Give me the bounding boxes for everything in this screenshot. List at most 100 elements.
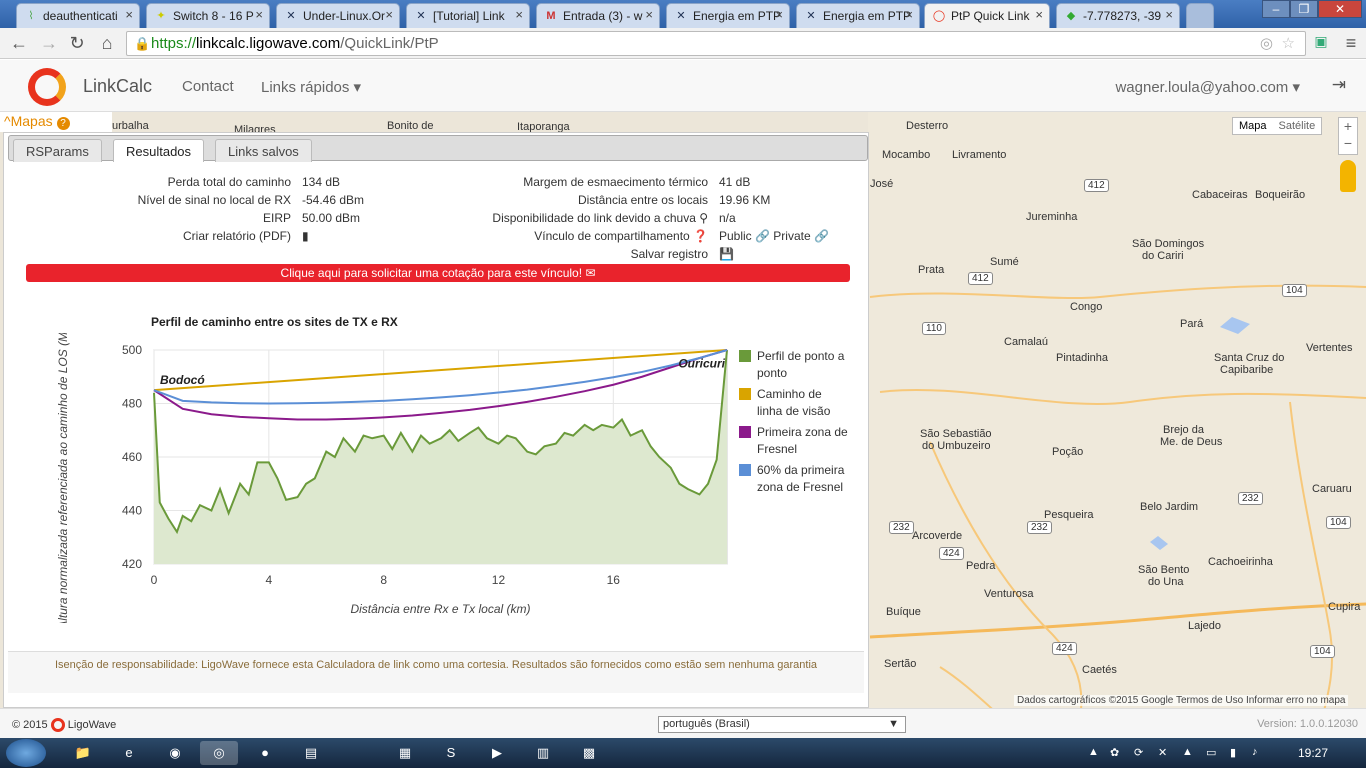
browser-tab-active[interactable]: ◯ PtP Quick Link × — [924, 3, 1050, 28]
site-header: LinkCalc Contact Links rápidos ▾ wagner.… — [0, 60, 1366, 112]
extension-icon[interactable]: ▣ — [1310, 33, 1332, 50]
copyright: © 2015 LigoWave — [12, 718, 117, 732]
result-label: Criar relatório (PDF) — [182, 229, 291, 243]
nav-quick-links[interactable]: Links rápidos ▾ — [261, 78, 361, 96]
star-icon[interactable]: ☆ — [1282, 34, 1295, 52]
update-icon[interactable]: ▲ — [1182, 746, 1193, 758]
reload-button[interactable]: ↻ — [66, 33, 88, 54]
tab-rsparams[interactable]: RSParams — [13, 139, 102, 162]
browser-tab[interactable]: ✕ Energia em PTP × — [666, 3, 790, 28]
dropbox-icon[interactable]: ✿ — [1110, 746, 1119, 759]
sync-icon[interactable]: ⟳ — [1134, 746, 1143, 759]
skype-icon[interactable]: S — [432, 741, 470, 765]
notepad-icon[interactable]: ▥ — [524, 741, 562, 765]
x-tick-label: 4 — [265, 573, 272, 587]
road-shield: 232 — [1027, 521, 1052, 534]
brand-name[interactable]: LinkCalc — [83, 76, 152, 97]
road-shield: 412 — [1084, 179, 1109, 192]
nav-contact[interactable]: Contact — [182, 78, 234, 95]
map-place-label: Brejo da — [1163, 424, 1204, 436]
zoom-out-button[interactable]: − — [1339, 135, 1357, 152]
back-button[interactable]: ← — [8, 33, 30, 54]
request-quote-button[interactable]: Clique aqui para solicitar uma cotação p… — [26, 264, 850, 282]
map-place-label: Sumé — [990, 256, 1019, 268]
browser-tab[interactable]: ◆ -7.778273, -39 × — [1056, 3, 1180, 28]
browser-tab[interactable]: ⌇ deauthenticati × — [16, 3, 140, 28]
map-type-map[interactable]: Mapa — [1233, 118, 1273, 134]
tab-links-salvos[interactable]: Links salvos — [215, 139, 312, 162]
media-player-icon[interactable]: ▶ — [478, 741, 516, 765]
display-icon[interactable]: ▭ — [1206, 746, 1216, 759]
firefox-icon[interactable]: ◉ — [156, 741, 194, 765]
result-label: Distância entre os locais — [577, 193, 708, 207]
close-icon[interactable]: × — [385, 7, 393, 22]
close-icon[interactable]: × — [255, 7, 263, 22]
map-place-label: Buíque — [886, 606, 921, 618]
maps-icon: ◆ — [1066, 10, 1076, 22]
forward-button[interactable]: → — [38, 33, 60, 54]
chevron-up-icon: ^ — [4, 113, 11, 129]
map-place-label: Camalaú — [1004, 336, 1049, 348]
close-icon[interactable]: × — [905, 7, 913, 22]
lock-icon: 🔒 — [134, 36, 151, 51]
linkcalc-logo[interactable] — [28, 68, 66, 106]
browser-tab[interactable]: ✕ Under-Linux.Or × — [276, 3, 400, 28]
network-tool-icon[interactable]: ▤ — [292, 741, 330, 765]
user-menu[interactable]: wagner.loula@yahoo.com ▾ — [1115, 78, 1300, 96]
map-place-label: Pará — [1180, 318, 1204, 330]
share-links[interactable]: Public 🔗 Private 🔗 — [719, 229, 829, 243]
map-place-label: Lajedo — [1188, 620, 1222, 632]
calculator-icon[interactable]: ▩ — [570, 741, 608, 765]
save-record-icon[interactable]: 💾 — [719, 247, 734, 261]
map-place-label: Livramento — [952, 149, 1007, 161]
ie-icon[interactable]: e — [110, 741, 148, 765]
pegman-icon[interactable] — [1340, 160, 1356, 192]
pdf-report-icon[interactable]: ▮ — [302, 229, 309, 243]
close-icon[interactable]: × — [1035, 7, 1043, 22]
legend-swatch — [739, 426, 751, 438]
start-button[interactable] — [6, 739, 46, 767]
close-icon[interactable]: × — [125, 7, 133, 22]
browser-tab[interactable]: ✕ [Tutorial] Link × — [406, 3, 530, 28]
version-label: Version: 1.0.0.12030 — [1257, 718, 1358, 730]
minimize-button[interactable]: ‒ — [1262, 0, 1290, 18]
zoom-in-button[interactable]: + — [1339, 118, 1357, 135]
site-footer: © 2015 LigoWave português (Brasil) ▼ Vers… — [0, 708, 1366, 738]
logout-icon[interactable]: ⇥ — [1332, 75, 1346, 95]
location-icon[interactable]: ◎ — [1260, 34, 1273, 52]
clock[interactable]: 19:27 — [1298, 746, 1328, 760]
url-field[interactable]: 🔒 https://linkcalc.ligowave.com/QuickLin… — [126, 31, 1306, 56]
close-icon[interactable]: × — [775, 7, 783, 22]
x-tick-label: 16 — [607, 573, 621, 587]
new-tab-button[interactable] — [1186, 3, 1214, 28]
map-place-label: Boqueirão — [1255, 189, 1306, 201]
home-button[interactable]: ⌂ — [96, 33, 118, 54]
browser-tab[interactable]: M Entrada (3) - w × — [536, 3, 660, 28]
browser-tab[interactable]: ✕ Energia em PTP × — [796, 3, 920, 28]
menu-icon[interactable]: ≡ — [1340, 33, 1362, 54]
map-type-satellite[interactable]: Satélite — [1273, 118, 1322, 134]
chrome-icon[interactable]: ◎ — [200, 741, 238, 765]
network-icon[interactable]: ▮ — [1230, 746, 1236, 759]
result-label: Nível de sinal no local de RX — [137, 193, 291, 207]
disclaimer: Isenção de responsabilidade: LigoWave fo… — [8, 651, 864, 693]
browser-tab[interactable]: ✦ Switch 8 - 16 P × — [146, 3, 270, 28]
winbox-icon[interactable]: ● — [246, 741, 284, 765]
antivirus-icon[interactable]: ✕ — [1158, 746, 1167, 759]
ligowave-logo-icon — [50, 718, 65, 732]
tab-resultados[interactable]: Resultados — [113, 139, 205, 162]
close-icon[interactable]: × — [515, 7, 523, 22]
autocad-icon[interactable]: ▦ — [386, 741, 424, 765]
close-icon[interactable]: × — [645, 7, 653, 22]
language-select[interactable]: português (Brasil) ▼ — [658, 716, 906, 733]
close-window-button[interactable]: ✕ — [1318, 0, 1362, 18]
result-label: Salvar registro — [630, 247, 708, 261]
close-icon[interactable]: × — [1165, 7, 1173, 22]
maximize-button[interactable]: ❐ — [1290, 0, 1318, 18]
map-place-label: do Umbuzeiro — [922, 440, 991, 452]
explorer-icon[interactable]: 📁 — [64, 741, 102, 765]
tray-expand-icon[interactable]: ▲ — [1088, 746, 1099, 758]
result-label: Disponibilidade do link devido a chuva ⚲ — [492, 211, 708, 225]
mapas-toggle[interactable]: ^Mapas ? — [0, 112, 112, 132]
volume-icon[interactable]: ♪ — [1252, 746, 1258, 758]
